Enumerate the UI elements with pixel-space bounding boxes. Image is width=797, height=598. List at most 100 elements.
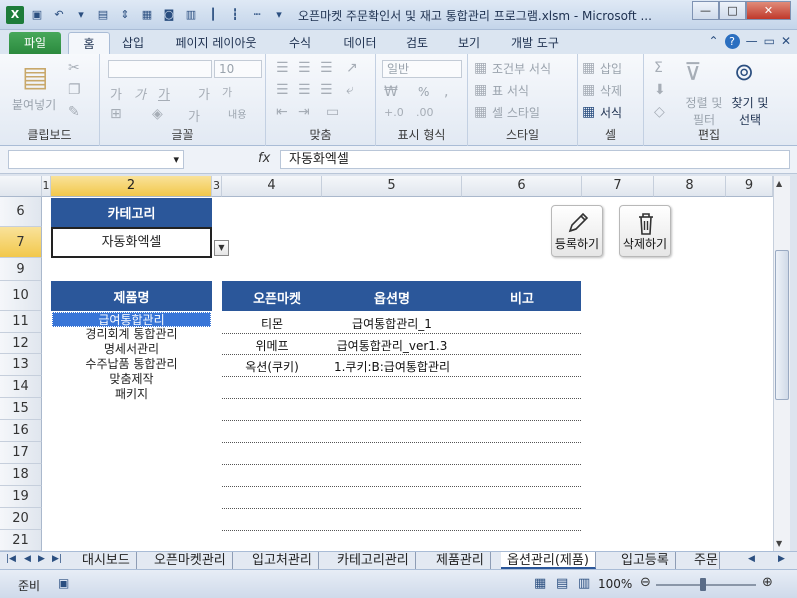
conditional-format-button[interactable]: 조건부 서식 xyxy=(492,60,551,77)
excel-logo-icon[interactable]: X xyxy=(6,6,24,24)
orientation-icon[interactable]: ↗ xyxy=(346,60,358,76)
scroll-up-icon[interactable]: ▲ xyxy=(776,179,782,188)
sheet-tab-category[interactable]: 카테고리관리 xyxy=(331,552,416,569)
row-header[interactable]: 20 xyxy=(0,508,42,530)
decrease-decimal-icon[interactable]: .00 xyxy=(416,106,434,119)
italic-icon[interactable]: 가 xyxy=(134,84,146,103)
first-sheet-icon[interactable]: |◀ xyxy=(6,554,16,564)
table-format-button[interactable]: 표 서식 xyxy=(492,82,529,99)
hscroll-right-icon[interactable]: ▶ xyxy=(778,554,785,564)
sheet-icon[interactable]: ▤ xyxy=(94,6,112,24)
wrap-text-icon[interactable]: ⤶ xyxy=(346,82,354,98)
row-header[interactable]: 9 xyxy=(0,258,42,281)
scroll-thumb[interactable] xyxy=(775,250,789,400)
fill-icon[interactable]: ⬇ xyxy=(654,82,666,98)
next-sheet-icon[interactable]: ▶ xyxy=(38,554,45,564)
tab-insert[interactable]: 삽입 xyxy=(113,32,153,54)
hscroll-left-icon[interactable]: ◀ xyxy=(748,554,755,564)
table-cell-market[interactable]: 옥션(쿠키) xyxy=(222,358,322,375)
tab-file[interactable]: 파일 xyxy=(9,32,61,54)
clear-icon[interactable]: ◇ xyxy=(654,104,665,120)
help-icon[interactable]: ? xyxy=(724,34,740,49)
copy-icon[interactable]: ❐ xyxy=(68,82,81,98)
page-layout-view-icon[interactable]: ▤ xyxy=(556,576,568,591)
zoom-out-icon[interactable]: ⊖ xyxy=(640,575,651,590)
tab-formulas[interactable]: 수식 xyxy=(280,32,320,54)
register-button[interactable]: 등록하기 xyxy=(551,205,603,257)
tab-data[interactable]: 데이터 xyxy=(335,32,385,54)
distribute-icon[interactable]: ┉ xyxy=(248,6,266,24)
delete-button[interactable]: 삭제 xyxy=(600,82,622,99)
delete-icon[interactable]: ▦ xyxy=(582,82,595,98)
normal-view-icon[interactable]: ▦ xyxy=(534,576,546,591)
merge-center-icon[interactable]: ▭ xyxy=(326,104,339,120)
format-icon[interactable]: ▦ xyxy=(582,104,595,120)
ribbon-collapse-icon[interactable]: ⌃ xyxy=(709,34,719,49)
list-item[interactable]: 수주납품 통합관리 xyxy=(52,357,211,372)
vertical-scrollbar[interactable]: ▲ ▼ xyxy=(773,176,790,551)
format-button[interactable]: 서식 xyxy=(600,104,622,121)
tab-home[interactable]: 홈 xyxy=(68,32,110,54)
list-item[interactable]: 경리회계 통합관리 xyxy=(52,327,211,342)
workbook-restore-icon[interactable]: ▭ xyxy=(764,34,775,49)
sheet-tab-market[interactable]: 오픈마켓관리 xyxy=(148,552,233,569)
tab-view[interactable]: 보기 xyxy=(449,32,489,54)
row-header[interactable]: 21 xyxy=(0,530,42,551)
format-painter-icon[interactable]: ✎ xyxy=(68,104,80,120)
save-icon[interactable]: ▣ xyxy=(28,6,46,24)
sheet-tab-dashboard[interactable]: 대시보드 xyxy=(76,552,137,569)
percent-button[interactable]: % xyxy=(418,85,429,99)
align-left-icon[interactable]: ☰ xyxy=(276,82,289,98)
scroll-down-icon[interactable]: ▼ xyxy=(776,539,782,548)
row-header[interactable]: 16 xyxy=(0,420,42,442)
underline-icon[interactable]: 가 xyxy=(158,84,170,103)
macro-icon[interactable]: ▥ xyxy=(182,6,200,24)
tab-review[interactable]: 검토 xyxy=(397,32,437,54)
zoom-level[interactable]: 100% xyxy=(598,577,632,591)
maximize-button[interactable]: □ xyxy=(719,1,746,20)
cell-style-icon[interactable]: ▦ xyxy=(474,104,487,120)
column-header[interactable]: 6 xyxy=(462,176,582,197)
column-header[interactable]: 9 xyxy=(726,176,773,197)
tab-developer[interactable]: 개발 도구 xyxy=(502,32,568,54)
row-header[interactable]: 14 xyxy=(0,376,42,398)
row-header[interactable]: 6 xyxy=(0,197,42,227)
list-item-selected[interactable]: 급여통합관리 xyxy=(52,312,211,327)
sort-filter-button[interactable]: 정렬 및 필터 xyxy=(684,94,724,128)
row-header[interactable]: 17 xyxy=(0,442,42,464)
camera-icon[interactable]: ◙ xyxy=(160,6,178,24)
column-header[interactable]: 4 xyxy=(222,176,322,197)
row-header[interactable]: 18 xyxy=(0,464,42,486)
category-dropdown-icon[interactable]: ▼ xyxy=(214,240,229,256)
row-header[interactable]: 15 xyxy=(0,398,42,420)
increase-decimal-icon[interactable]: +.0 xyxy=(384,106,404,119)
table-cell-option[interactable]: 급여통합관리_1 xyxy=(322,315,462,332)
sheet-tab-product[interactable]: 제품관리 xyxy=(430,552,491,569)
product-listbox[interactable]: 급여통합관리 경리회계 통합관리 명세서관리 수주납품 통합관리 맞춤제작 패키… xyxy=(52,312,211,402)
table-cell-market[interactable]: 티몬 xyxy=(222,315,322,332)
last-sheet-icon[interactable]: ▶| xyxy=(52,554,62,564)
decrease-indent-icon[interactable]: ⇤ xyxy=(276,104,288,120)
function-icon[interactable]: fx xyxy=(258,151,270,166)
currency-icon[interactable]: ₩ xyxy=(384,84,398,100)
column-header[interactable]: 5 xyxy=(322,176,462,197)
insert-button[interactable]: 삽입 xyxy=(600,60,622,77)
align-icon[interactable]: ┇ xyxy=(226,6,244,24)
insert-icon[interactable]: ▦ xyxy=(582,60,595,76)
paste-icon[interactable]: ▤ xyxy=(22,60,48,93)
font-color-icon[interactable]: 가 xyxy=(188,106,200,125)
workbook-minimize-icon[interactable]: — xyxy=(746,34,758,49)
align-center-icon[interactable]: ☰ xyxy=(298,82,311,98)
row-header[interactable]: 19 xyxy=(0,486,42,508)
undo-icon[interactable]: ↶ xyxy=(50,6,68,24)
delete-button[interactable]: 삭제하기 xyxy=(619,205,671,257)
sort-filter-icon[interactable]: ⊽ xyxy=(684,58,702,86)
table-cell-market[interactable]: 위메프 xyxy=(222,337,322,354)
align-middle-icon[interactable]: ☰ xyxy=(298,60,311,76)
phonetic-button[interactable]: 내용 xyxy=(228,106,246,121)
macro-record-icon[interactable]: ▣ xyxy=(58,576,69,590)
column-header[interactable]: 3 xyxy=(212,176,222,197)
conditional-format-icon[interactable]: ▦ xyxy=(474,60,487,76)
ruler-icon[interactable]: ┃ xyxy=(204,6,222,24)
align-top-icon[interactable]: ☰ xyxy=(276,60,289,76)
